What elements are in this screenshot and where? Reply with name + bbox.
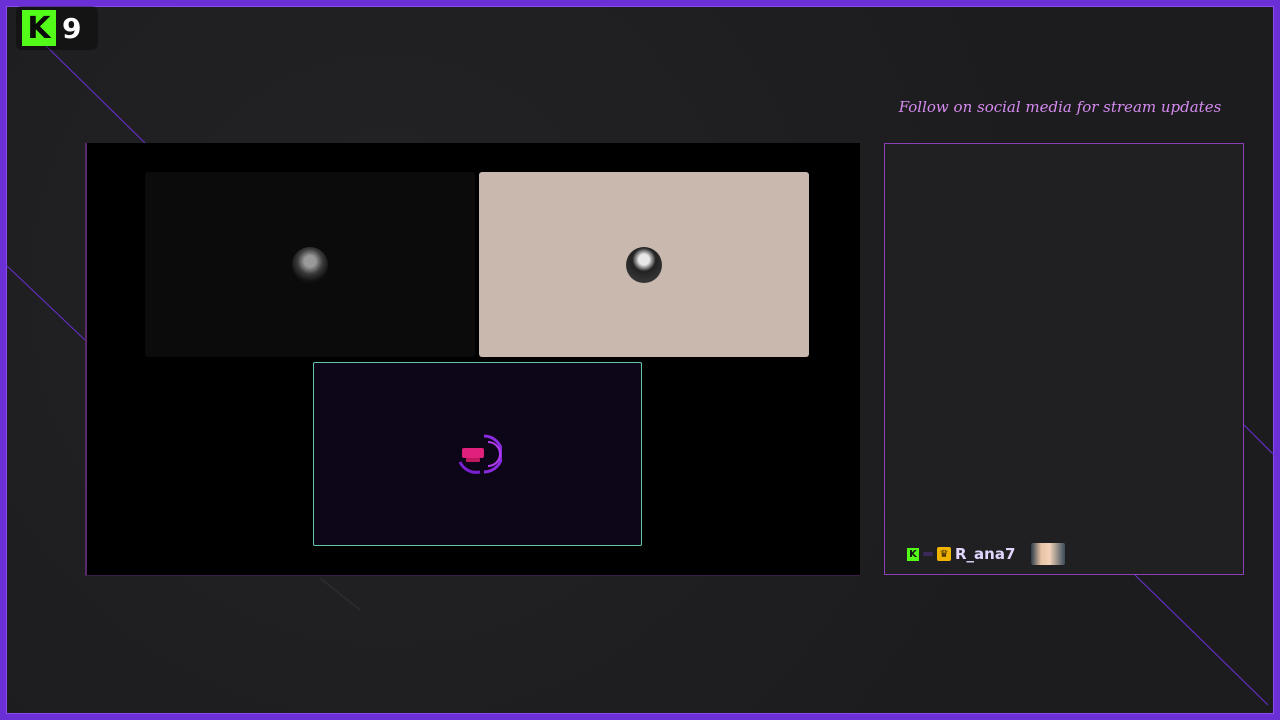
platform-viewer-badge: K 9 (16, 6, 98, 50)
participant-tile-3-active-speaker[interactable] (313, 362, 642, 546)
face-emote-icon (1031, 543, 1066, 565)
crown-badge-icon: ♛ (937, 547, 951, 561)
person-avatar-icon (292, 246, 328, 283)
chat-title: Follow on social media for stream update… (898, 98, 1222, 116)
kick-logo-letter: K (27, 10, 51, 46)
person-avatar-icon (626, 246, 662, 283)
chat-message: K ♛ R_ana7 (907, 542, 1066, 566)
chat-panel: K ♛ R_ana7 (884, 143, 1244, 575)
chat-username[interactable]: R_ana7 (955, 545, 1015, 563)
participant-tile-1[interactable] (145, 172, 475, 357)
subscriber-badge-icon (923, 552, 933, 556)
kick-badge-letter: K (909, 548, 917, 560)
video-call-panel (85, 143, 860, 576)
kick-logo-icon: K (22, 10, 56, 46)
channel-logo-icon (458, 434, 502, 474)
participant-tile-2[interactable] (479, 172, 809, 357)
kick-badge-icon: K (907, 547, 919, 561)
viewer-count: 9 (62, 11, 82, 45)
